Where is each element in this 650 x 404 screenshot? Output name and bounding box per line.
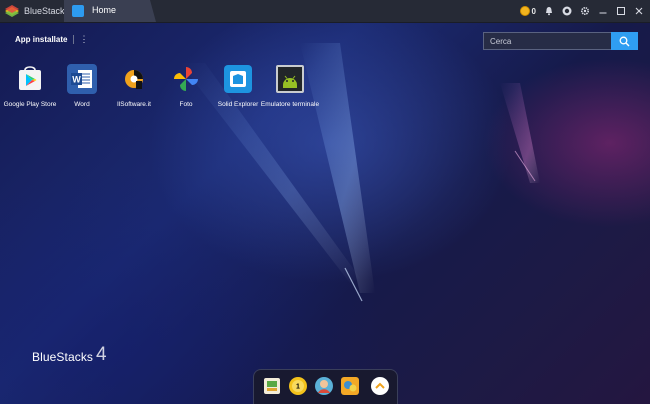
minimize-icon[interactable] bbox=[598, 6, 608, 16]
close-icon[interactable] bbox=[634, 6, 644, 16]
app-emulatore-terminale[interactable]: Emulatore terminale bbox=[260, 64, 320, 108]
coin-count: 0 bbox=[531, 6, 536, 16]
coins[interactable]: 0 bbox=[519, 6, 536, 16]
tab-label: Home bbox=[92, 5, 117, 15]
app-label: Foto bbox=[179, 101, 193, 108]
svg-text:W: W bbox=[72, 75, 81, 85]
coin-icon bbox=[519, 6, 530, 16]
app-label: Solid Explorer bbox=[217, 101, 259, 108]
more-options-icon[interactable]: ⋮ bbox=[79, 35, 88, 44]
bluestacks-4-logo: BlueStacks 4 bbox=[32, 345, 107, 364]
app-label: Word bbox=[74, 101, 90, 108]
app-label: Google Play Store bbox=[3, 101, 57, 108]
terminal-emulator-icon bbox=[276, 65, 304, 93]
bell-icon[interactable] bbox=[544, 6, 554, 16]
titlebar-controls: 0 bbox=[519, 3, 644, 19]
brand: BlueStacks bbox=[4, 3, 69, 19]
search-icon bbox=[619, 36, 630, 46]
tab-home[interactable]: Home bbox=[64, 0, 156, 22]
app-google-play-store[interactable]: Google Play Store bbox=[0, 64, 60, 108]
game-avatar-icon[interactable] bbox=[314, 376, 334, 396]
maximize-icon[interactable] bbox=[616, 6, 626, 16]
account-icon[interactable] bbox=[562, 6, 572, 16]
home-icon bbox=[72, 5, 84, 17]
app-word[interactable]: W Word bbox=[52, 64, 112, 108]
bluestacks-window: BlueStacks Home 0 App installate ⋮ Cerca… bbox=[0, 0, 650, 404]
word-icon: W bbox=[67, 64, 97, 94]
app-label: IlSoftware.it bbox=[117, 101, 151, 108]
bottom-dock: 1 bbox=[253, 369, 398, 404]
google-photos-icon bbox=[174, 67, 198, 91]
logo-version: 4 bbox=[96, 344, 107, 365]
divider bbox=[73, 35, 75, 44]
solid-explorer-icon bbox=[224, 65, 252, 93]
installed-apps-header: App installate ⋮ bbox=[15, 35, 88, 44]
search-box bbox=[483, 32, 638, 50]
app-center-icon[interactable] bbox=[262, 376, 282, 396]
app-label: Emulatore terminale bbox=[260, 101, 320, 108]
game-promo-icon[interactable] bbox=[340, 376, 360, 396]
expand-up-icon[interactable] bbox=[370, 376, 390, 396]
logo-text: BlueStacks bbox=[32, 350, 94, 364]
bluestacks-logo-icon bbox=[5, 5, 19, 17]
gear-icon[interactable] bbox=[580, 6, 590, 16]
google-play-store-icon bbox=[19, 66, 41, 90]
app-foto[interactable]: Foto bbox=[156, 64, 216, 108]
app-ilsoftware[interactable]: IlSoftware.it bbox=[104, 64, 164, 108]
search-input[interactable] bbox=[483, 32, 611, 50]
home-screen: App installate ⋮ Google P bbox=[0, 23, 650, 404]
app-solid-explorer[interactable]: Solid Explorer bbox=[208, 64, 268, 108]
ilsoftware-icon bbox=[125, 70, 143, 89]
app-title: BlueStacks bbox=[24, 6, 70, 16]
title-bar: BlueStacks Home 0 bbox=[0, 0, 650, 23]
search-button[interactable] bbox=[611, 32, 638, 50]
top-charts-icon[interactable]: 1 bbox=[288, 376, 308, 396]
installed-apps-title: App installate bbox=[15, 35, 68, 44]
svg-text:1: 1 bbox=[296, 384, 300, 391]
